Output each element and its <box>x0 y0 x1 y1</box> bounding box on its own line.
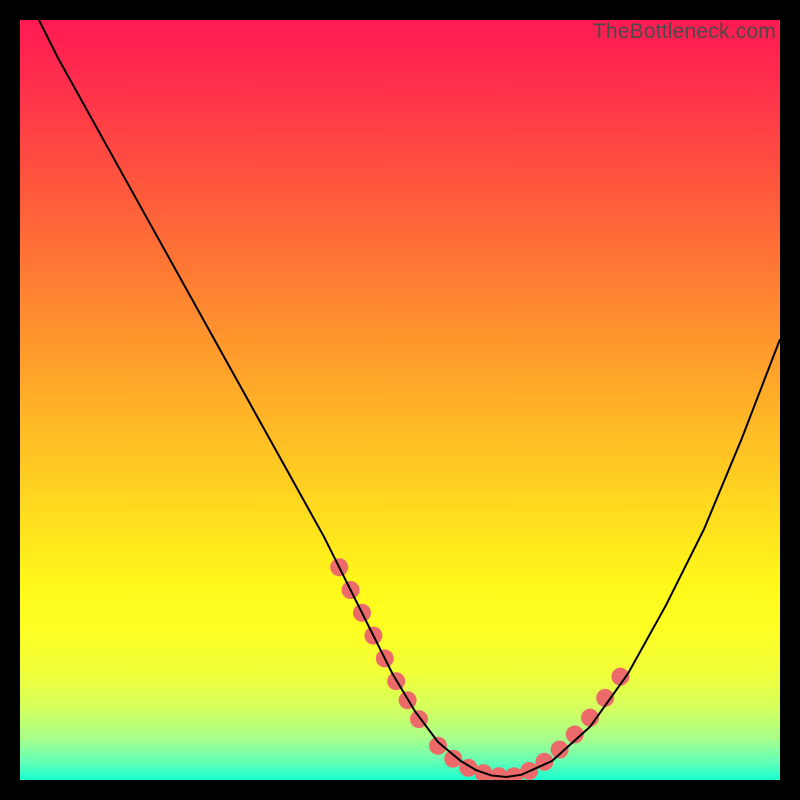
chart-svg <box>20 20 780 780</box>
bottleneck-curve <box>20 20 780 777</box>
plot-area: TheBottleneck.com <box>20 20 780 780</box>
image-frame: TheBottleneck.com <box>0 0 800 800</box>
dot-markers <box>330 558 629 780</box>
dot-marker <box>490 767 508 780</box>
dot-marker <box>505 767 523 780</box>
dot-marker <box>429 737 447 755</box>
